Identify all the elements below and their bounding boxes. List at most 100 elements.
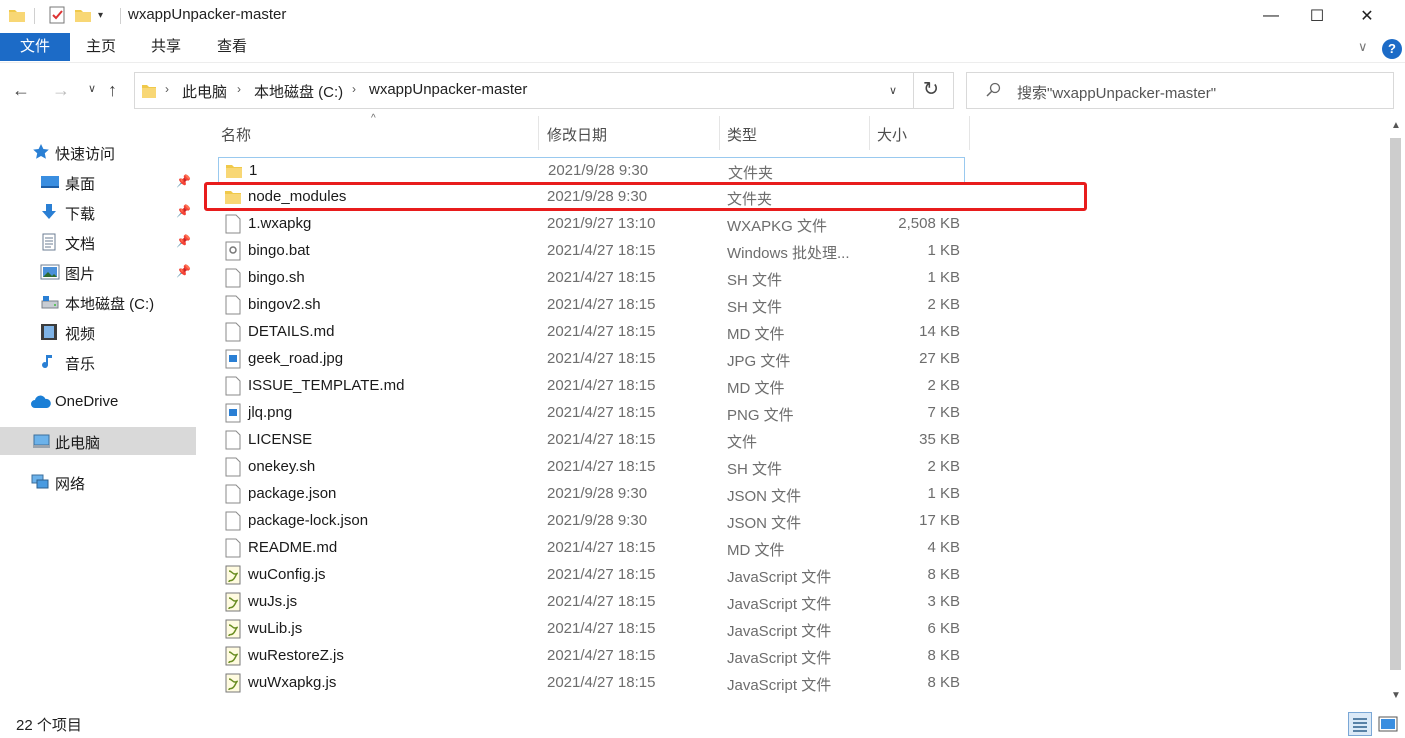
file-row[interactable]: package.json 2021/9/28 9:30 JSON 文件 1 KB — [218, 481, 965, 508]
tab-home[interactable]: 主页 — [86, 33, 116, 61]
file-row[interactable]: wuRestoreZ.js 2021/4/27 18:15 JavaScript 文… — [218, 643, 965, 670]
file-icon — [224, 214, 242, 234]
properties-icon[interactable] — [48, 6, 66, 26]
maximize-button[interactable]: ☐ — [1294, 0, 1340, 32]
file-date: 2021/4/27 18:15 — [547, 242, 656, 259]
customize-toolbar-chevron-icon[interactable]: ▾ — [98, 10, 103, 30]
close-button[interactable]: ✕ — [1344, 0, 1390, 32]
file-row[interactable]: package-lock.json 2021/9/28 9:30 JSON 文件 17… — [218, 508, 965, 535]
breadcrumb-current-folder[interactable]: wxappUnpacker-master — [369, 81, 527, 98]
file-row[interactable]: bingov2.sh 2021/4/27 18:15 SH 文件 2 KB — [218, 292, 965, 319]
minimize-button[interactable]: — — [1248, 0, 1294, 32]
window-title: wxappUnpacker-master — [128, 6, 287, 23]
breadcrumb-separator[interactable]: › — [237, 82, 241, 96]
file-row[interactable]: bingo.sh 2021/4/27 18:15 SH 文件 1 KB — [218, 265, 965, 292]
new-folder-icon[interactable] — [74, 6, 92, 26]
file-size: 3 KB — [927, 593, 960, 610]
file-date: 2021/4/27 18:15 — [547, 296, 656, 313]
file-type: PNG 文件 — [727, 407, 794, 424]
column-header-size[interactable]: 大小 — [870, 116, 970, 150]
file-row[interactable]: 1.wxapkg 2021/9/27 13:10 WXAPKG 文件 2,508 KB — [218, 211, 965, 238]
file-size: 2 KB — [927, 377, 960, 394]
file-row[interactable]: README.md 2021/4/27 18:15 MD 文件 4 KB — [218, 535, 965, 562]
file-date: 2021/4/27 18:15 — [547, 566, 656, 583]
tab-file[interactable]: 文件 — [0, 33, 70, 61]
breadcrumb-local-disk[interactable]: 本地磁盘 (C:) — [254, 81, 343, 102]
column-divider[interactable] — [969, 116, 970, 150]
image-file-icon — [224, 403, 242, 423]
file-row[interactable]: jlq.png 2021/4/27 18:15 PNG 文件 7 KB — [218, 400, 965, 427]
file-size: 35 KB — [919, 431, 960, 448]
address-bar[interactable]: › 此电脑 › 本地磁盘 (C:) › wxappUnpacker-master… — [134, 72, 954, 109]
breadcrumb-this-pc[interactable]: 此电脑 — [182, 81, 227, 102]
back-arrow-icon[interactable]: ← — [12, 80, 30, 101]
file-row[interactable]: ISSUE_TEMPLATE.md 2021/4/27 18:15 MD 文件 2 K… — [218, 373, 965, 400]
refresh-icon[interactable]: ↻ — [923, 78, 939, 101]
address-history-chevron-icon[interactable]: ∨ — [889, 84, 897, 97]
folder-icon[interactable] — [8, 6, 26, 26]
file-size: 2,508 KB — [898, 215, 960, 232]
file-icon — [224, 376, 242, 396]
column-header-type[interactable]: 类型 — [720, 116, 870, 150]
file-row[interactable]: wuWxapkg.js 2021/4/27 18:15 JavaScript 文件 8… — [218, 670, 965, 697]
file-row[interactable]: DETAILS.md 2021/4/27 18:15 MD 文件 14 KB — [218, 319, 965, 346]
file-date: 2021/4/27 18:15 — [547, 404, 656, 421]
large-icons-view-icon[interactable] — [1376, 712, 1400, 736]
file-date: 2021/4/27 18:15 — [547, 674, 656, 691]
search-input[interactable]: 搜索"wxappUnpacker-master" — [1017, 82, 1216, 103]
file-date: 2021/4/27 18:15 — [547, 377, 656, 394]
expand-ribbon-icon[interactable]: ∨ — [1358, 39, 1368, 55]
forward-arrow-icon[interactable]: → — [52, 80, 70, 101]
tab-share[interactable]: 共享 — [151, 33, 181, 61]
file-name: wuLib.js — [248, 620, 303, 637]
file-type: 文件 — [727, 434, 758, 451]
file-icon — [224, 430, 242, 450]
file-date: 2021/9/28 9:30 — [547, 512, 648, 529]
title-separator — [120, 8, 121, 24]
breadcrumb-separator[interactable]: › — [352, 82, 356, 96]
breadcrumb-separator[interactable]: › — [165, 82, 169, 96]
file-row[interactable]: LICENSE 2021/4/27 18:15 文件 35 KB — [218, 427, 965, 454]
file-row[interactable]: bingo.bat 2021/4/27 18:15 Windows 批处理... 1 … — [218, 238, 965, 265]
scroll-up-icon[interactable]: ▲ — [1391, 120, 1401, 131]
details-view-icon[interactable] — [1348, 712, 1372, 736]
scrollbar-thumb[interactable] — [1390, 138, 1401, 670]
file-icon — [224, 538, 242, 558]
file-type: JavaScript 文件 — [727, 596, 832, 613]
file-icon — [224, 295, 242, 315]
tab-view[interactable]: 查看 — [217, 33, 247, 61]
file-date: 2021/4/27 18:15 — [547, 593, 656, 610]
file-icon — [224, 484, 242, 504]
recent-locations-chevron-icon[interactable]: ∨ — [88, 82, 96, 95]
column-header-label: 名称 — [221, 127, 252, 144]
file-row[interactable]: wuConfig.js 2021/4/27 18:15 JavaScript 文件 8… — [218, 562, 965, 589]
file-date: 2021/4/27 18:15 — [547, 647, 656, 664]
column-header-date[interactable]: 修改日期 — [539, 116, 719, 150]
file-size: 4 KB — [927, 539, 960, 556]
file-type: SH 文件 — [727, 461, 783, 478]
file-row[interactable]: wuJs.js 2021/4/27 18:15 JavaScript 文件 3 KB — [218, 589, 965, 616]
file-date: 2021/9/27 13:10 — [547, 215, 656, 232]
file-type: JavaScript 文件 — [727, 650, 832, 667]
file-row[interactable]: wuLib.js 2021/4/27 18:15 JavaScript 文件 6 KB — [218, 616, 965, 643]
vertical-scrollbar[interactable]: ▲ ▼ — [1386, 116, 1405, 710]
file-icon — [224, 457, 242, 477]
file-icon — [224, 511, 242, 531]
file-row[interactable]: 1 2021/9/28 9:30 文件夹 — [218, 157, 965, 184]
sort-ascending-icon: ^ — [371, 113, 376, 124]
file-name: onekey.sh — [248, 458, 316, 475]
status-bar: 22 个项目 — [0, 710, 1405, 738]
file-row[interactable]: geek_road.jpg 2021/4/27 18:15 JPG 文件 27 KB — [218, 346, 965, 373]
up-arrow-icon[interactable]: ↑ — [108, 80, 117, 101]
file-size: 17 KB — [919, 512, 960, 529]
file-size: 1 KB — [927, 485, 960, 502]
file-type: JSON 文件 — [727, 515, 802, 532]
search-box[interactable]: 搜索"wxappUnpacker-master" — [966, 72, 1394, 109]
file-size: 6 KB — [927, 620, 960, 637]
column-header-name[interactable]: 名称 — [218, 116, 538, 150]
file-type: MD 文件 — [727, 380, 785, 397]
help-icon[interactable]: ? — [1382, 39, 1402, 59]
item-count: 22 个项目 — [16, 717, 82, 734]
file-row[interactable]: onekey.sh 2021/4/27 18:15 SH 文件 2 KB — [218, 454, 965, 481]
scroll-down-icon[interactable]: ▼ — [1391, 690, 1401, 701]
